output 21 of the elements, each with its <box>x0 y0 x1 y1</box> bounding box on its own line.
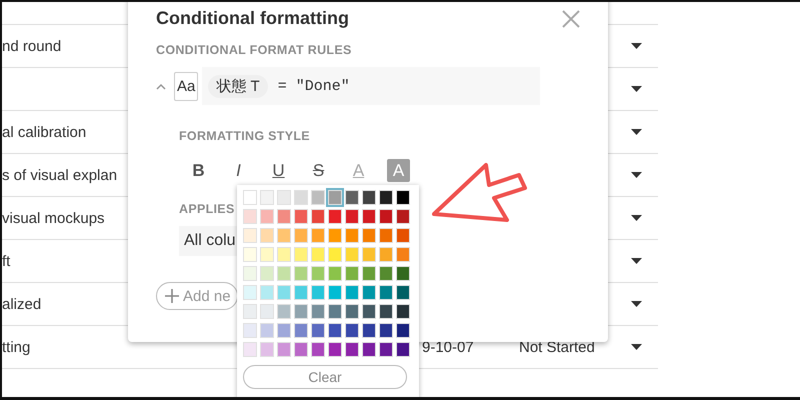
section-heading: CONDITIONAL FORMAT RULES <box>156 43 353 57</box>
italic-button[interactable]: I <box>227 159 250 182</box>
task-name: al calibration <box>2 124 86 140</box>
task-name: nd round <box>2 38 62 54</box>
status-cell-text: Not Started <box>519 338 596 356</box>
section-heading: APPLIES <box>179 202 236 216</box>
task-name: tting <box>2 338 30 356</box>
rule-expression[interactable]: 状態 T = "Done" <box>202 67 540 105</box>
strikethrough-button[interactable]: S <box>307 159 330 182</box>
field-chip: 状態 T <box>208 74 268 98</box>
underline-button[interactable]: U <box>267 159 290 182</box>
task-name: ft <box>2 252 10 270</box>
dialog-title: Conditional formatting <box>156 8 349 29</box>
task-name: alized <box>2 296 42 312</box>
section-heading: FORMATTING STYLE <box>179 129 311 143</box>
format-sample: Aa <box>174 72 198 100</box>
clear-button[interactable]: Clear <box>243 365 407 389</box>
task-name: visual mockups <box>2 210 105 226</box>
task-name: s of visual explan <box>2 166 118 184</box>
rule-condition: = "Done" <box>278 78 350 94</box>
bold-button[interactable]: B <box>187 159 210 182</box>
